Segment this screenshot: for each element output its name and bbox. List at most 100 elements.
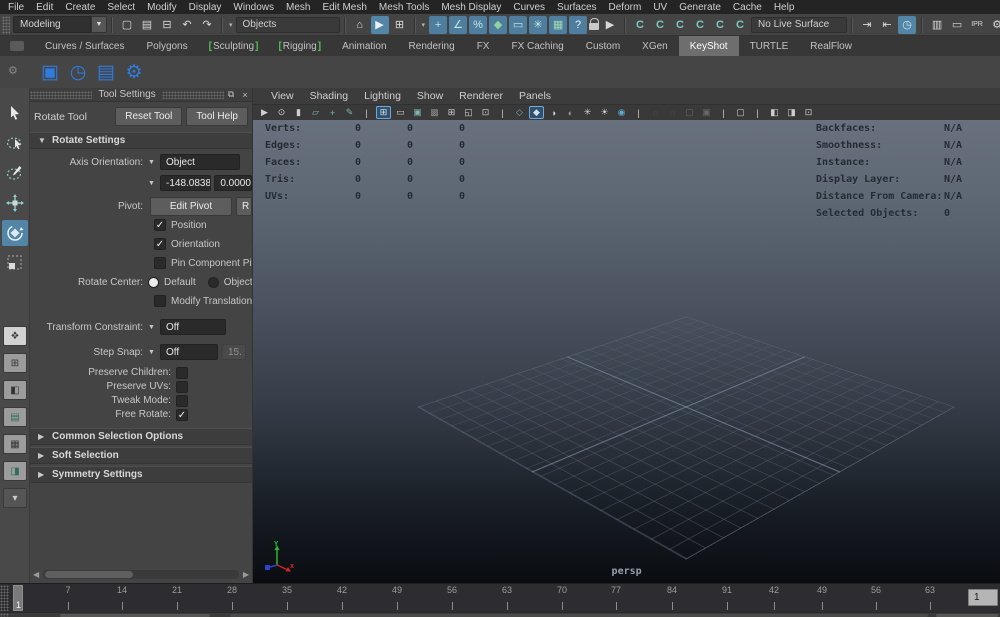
menu-item[interactable]: File	[2, 2, 30, 13]
section-header[interactable]: ▶ Common Selection Options	[30, 428, 252, 445]
scroll-right-icon[interactable]: ▶	[239, 570, 249, 579]
layout-hypershade-persp-button[interactable]: ▦	[3, 434, 27, 454]
shelf-tab[interactable]: Polygons	[135, 36, 198, 56]
render-settings-icon[interactable]: ⚙	[988, 16, 1000, 34]
checkbox[interactable]	[154, 257, 166, 269]
shelf-tab-options-icon[interactable]	[10, 41, 24, 51]
lasso-tool-button[interactable]	[2, 130, 28, 156]
menu-item[interactable]: Mesh Display	[435, 2, 507, 13]
section-header[interactable]: ▶ Symmetry Settings	[30, 466, 252, 483]
range-slider[interactable]	[0, 612, 1000, 617]
range-slider-grip[interactable]	[0, 613, 9, 617]
keyshot-update-shelf-icon[interactable]: ◷	[64, 59, 92, 85]
radio-default[interactable]	[148, 276, 159, 288]
select-component-icon[interactable]: ⊞	[391, 16, 409, 34]
xray-icon[interactable]: ▣	[699, 106, 714, 119]
menu-item[interactable]: Surfaces	[551, 2, 602, 13]
reset-tool-button[interactable]: Reset Tool	[115, 107, 183, 126]
lock-selection-icon[interactable]	[589, 16, 600, 34]
keyshot-settings-shelf-icon[interactable]: ⚙	[120, 59, 148, 85]
close-icon[interactable]: ×	[238, 90, 252, 100]
menu-item[interactable]: Create	[59, 2, 101, 13]
wireframe-icon[interactable]: ◇	[512, 106, 527, 119]
render-current-frame-icon[interactable]: ▭	[948, 16, 966, 34]
snap-to-grids-icon[interactable]: C	[631, 16, 649, 34]
layout-persp-uv-button[interactable]: ◨	[3, 461, 27, 481]
tool-help-button[interactable]: Tool Help	[186, 107, 248, 126]
sep[interactable]: |	[359, 106, 374, 119]
shelf-tab[interactable]: Curves / Surfaces	[34, 36, 135, 56]
motion-blur-icon[interactable]: ◌	[648, 106, 663, 119]
sep[interactable]: |	[716, 106, 731, 119]
shelf-tab[interactable]: Custom	[575, 36, 631, 56]
panel-drag-handle[interactable]	[161, 90, 225, 99]
layout-persp-graph-button[interactable]: ▤	[3, 407, 27, 427]
track-selection-order-icon[interactable]: ▶	[601, 16, 619, 34]
shelf-tab[interactable]: Animation	[331, 36, 397, 56]
viewport-menu-item[interactable]: Show	[409, 90, 451, 102]
isolate-select-icon[interactable]: ▢	[733, 106, 748, 119]
chevron-down-icon[interactable]: ▼	[148, 180, 160, 187]
layout-menu-button[interactable]: ▾	[3, 488, 27, 508]
menu-item[interactable]: UV	[647, 2, 673, 13]
checkbox[interactable]	[176, 380, 188, 393]
time-slider[interactable]: 7 14 21 28 35 42 49 56 63 70 77 84 91 42…	[0, 583, 1000, 612]
ipr-render-icon[interactable]: IPR	[968, 16, 986, 34]
lock-camera-icon[interactable]: ⊙	[274, 106, 289, 119]
field-chart-icon[interactable]: ⊞	[444, 106, 459, 119]
menuset-dropdown[interactable]: Modeling ▼	[13, 16, 107, 33]
sep[interactable]: |	[750, 106, 765, 119]
select-object-icon[interactable]: ▶	[370, 15, 389, 34]
rotate-settings-section-header[interactable]: ▼ Rotate Settings	[30, 132, 252, 149]
use-default-material-icon[interactable]: ◐	[563, 106, 578, 119]
rotate-value-field-2[interactable]: 0.0000	[214, 175, 252, 191]
tool-settings-header[interactable]: Tool Settings ⧉ ×	[30, 88, 252, 102]
section-header[interactable]: ▶ Soft Selection	[30, 447, 252, 464]
make-object-live-icon[interactable]: C	[731, 16, 749, 34]
chevron-down-icon[interactable]: ▼	[148, 159, 160, 166]
rotate-tool-button[interactable]	[1, 220, 28, 246]
shelf-tab[interactable]: FX	[466, 36, 501, 56]
viewport-menu-item[interactable]: Shading	[302, 90, 357, 102]
select-tool-button[interactable]	[2, 100, 28, 126]
shelf-tab[interactable]: [Sculpting]	[199, 36, 269, 56]
shelf-editor-icon[interactable]: ⚙	[8, 64, 18, 77]
menu-item[interactable]: Cache	[727, 2, 768, 13]
step-snap-select[interactable]: Off	[160, 344, 218, 360]
menu-item[interactable]: Modify	[141, 2, 182, 13]
textured-icon[interactable]: ◑	[546, 106, 561, 119]
shelf-tab[interactable]: TURTLE	[739, 36, 800, 56]
edit-pivot-button[interactable]: Edit Pivot	[150, 196, 232, 216]
checkbox[interactable]: ✓	[154, 219, 166, 231]
file-open-icon[interactable]: ▤	[138, 16, 156, 34]
scale-tool-button[interactable]	[2, 250, 28, 276]
shelf-tab[interactable]: Rendering	[398, 36, 466, 56]
paint-select-tool-button[interactable]	[2, 160, 28, 186]
menu-item[interactable]: Generate	[673, 2, 727, 13]
grease-pencil-icon[interactable]: ✎	[342, 106, 357, 119]
quick-help-icon[interactable]: ?	[569, 15, 588, 34]
menu-item[interactable]: Edit Mesh	[316, 2, 372, 13]
viewport-menu-item[interactable]: Lighting	[356, 90, 409, 102]
file-save-icon[interactable]: ⊟	[158, 16, 176, 34]
redo-icon[interactable]: ↷	[198, 16, 216, 34]
bookmark-icon[interactable]: ▮	[291, 106, 306, 119]
depth-of-field-icon[interactable]: ▢	[682, 106, 697, 119]
menu-item[interactable]: Mesh Tools	[373, 2, 435, 13]
keyshot-folder-shelf-icon[interactable]: ▤	[92, 59, 120, 85]
render-view-icon[interactable]: ▥	[928, 16, 946, 34]
scrollbar-thumb[interactable]	[45, 571, 134, 578]
image-plane-icon[interactable]: ▱	[308, 106, 323, 119]
pane-layout-outliner-icon[interactable]: ⊡	[801, 106, 816, 119]
checkbox[interactable]: ✓	[176, 408, 188, 421]
chevron-down-icon[interactable]: ▼	[148, 324, 160, 331]
menu-item[interactable]: Mesh	[280, 2, 316, 13]
shelf-tab[interactable]: KeyShot	[678, 36, 739, 56]
viewport-canvas[interactable]: Verts: 0 0 0 Edges: 0 0 0 Faces: 0 0 0 T…	[253, 120, 1000, 583]
transform-constraint-select[interactable]: Off	[160, 319, 226, 335]
output-connections-icon[interactable]: ⇤	[878, 16, 896, 34]
layout-outliner-persp-button[interactable]: ◧	[3, 380, 27, 400]
modify-translation-checkbox[interactable]	[154, 295, 166, 307]
rotate-value-field-1[interactable]: -148.0838	[160, 175, 212, 191]
snap-point-toggle-icon[interactable]: %	[469, 15, 488, 34]
